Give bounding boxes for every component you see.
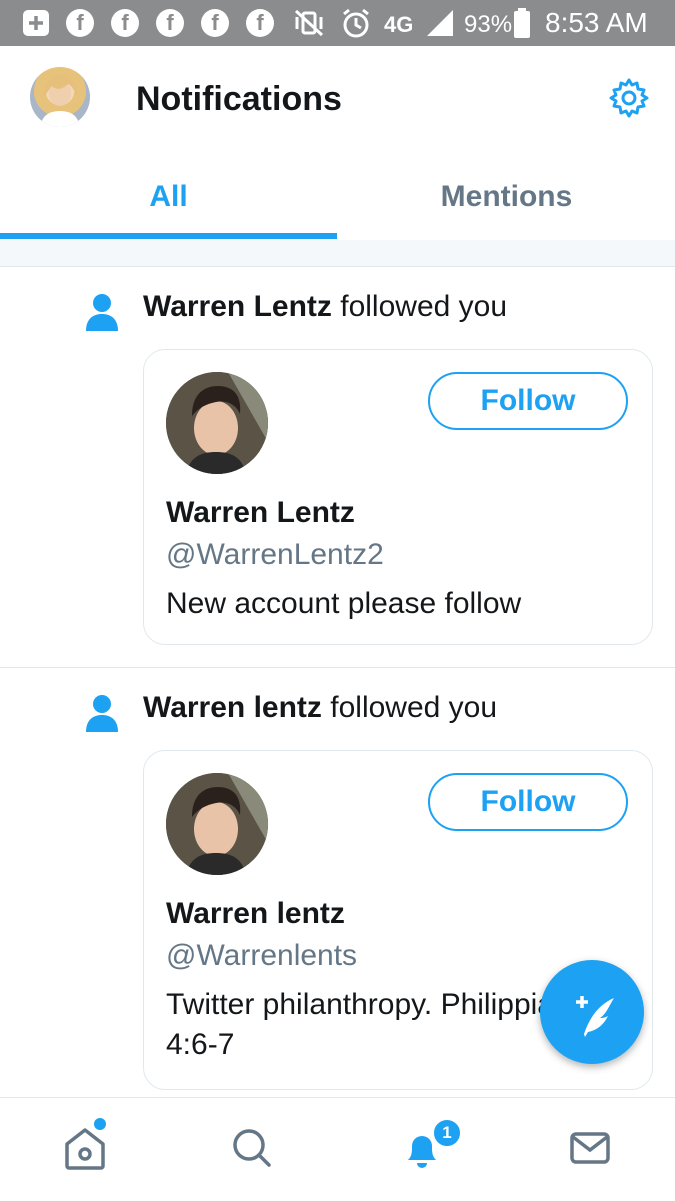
follow-button[interactable]: Follow [428, 372, 628, 430]
home-icon[interactable] [55, 1118, 115, 1178]
tab-bar: All Mentions [0, 154, 675, 241]
bottom-nav [0, 1097, 675, 1201]
notification-action: followed you [330, 691, 498, 724]
new-content-dot [94, 1118, 106, 1130]
network-type: 4G [384, 12, 414, 37]
gear-icon[interactable] [608, 77, 650, 119]
notification-actor[interactable]: Warren lentz [143, 691, 322, 724]
tab-all[interactable]: All [0, 154, 337, 240]
profile-avatar[interactable] [30, 67, 90, 127]
user-avatar[interactable] [166, 773, 268, 875]
user-handle: @WarrenLentz2 [166, 538, 384, 571]
tab-mentions[interactable]: Mentions [338, 154, 675, 240]
person-icon [84, 694, 120, 732]
active-tab-indicator [0, 233, 337, 239]
facebook-icon: f [66, 8, 94, 38]
plus-box-icon [20, 8, 52, 38]
compose-tweet-icon [576, 996, 614, 1037]
search-icon[interactable] [222, 1118, 282, 1178]
facebook-icon: f [246, 8, 274, 38]
user-name: Warren Lentz [166, 496, 355, 529]
notification-action: followed you [340, 290, 508, 323]
compose-tweet-button[interactable] [540, 960, 644, 1064]
battery-icon [512, 8, 532, 38]
user-card[interactable]: Follow Warren Lentz @WarrenLentz2 New ac… [143, 349, 653, 645]
messages-icon[interactable] [560, 1118, 620, 1178]
notifications-badge: 1 [432, 1118, 462, 1148]
battery-percent: 93% [464, 11, 513, 38]
notification-text: Warren lentz followed you [143, 688, 497, 728]
user-handle: @Warrenlents [166, 939, 358, 972]
divider-band [0, 240, 675, 267]
vibrate-off-icon [292, 8, 326, 38]
facebook-icon: f [156, 8, 184, 38]
notification-text: Warren Lentz followed you [143, 287, 507, 327]
signal-icon [424, 8, 456, 38]
notification-actor[interactable]: Warren Lentz [143, 290, 332, 323]
notification-item[interactable]: Warren Lentz followed you Follow Warren … [0, 267, 675, 668]
facebook-icon: f [111, 8, 139, 38]
clock: 8:53 AM [545, 7, 648, 38]
person-icon [84, 293, 120, 331]
facebook-icon: f [201, 8, 229, 38]
user-name: Warren lentz [166, 897, 345, 930]
alarm-icon [340, 8, 372, 38]
page-title: Notifications [136, 80, 342, 118]
user-avatar[interactable] [166, 372, 268, 474]
follow-button[interactable]: Follow [428, 773, 628, 831]
status-bar: f f f f f 4G 93% 8:53 AM [0, 0, 675, 46]
user-bio: New account please follow [166, 587, 522, 620]
